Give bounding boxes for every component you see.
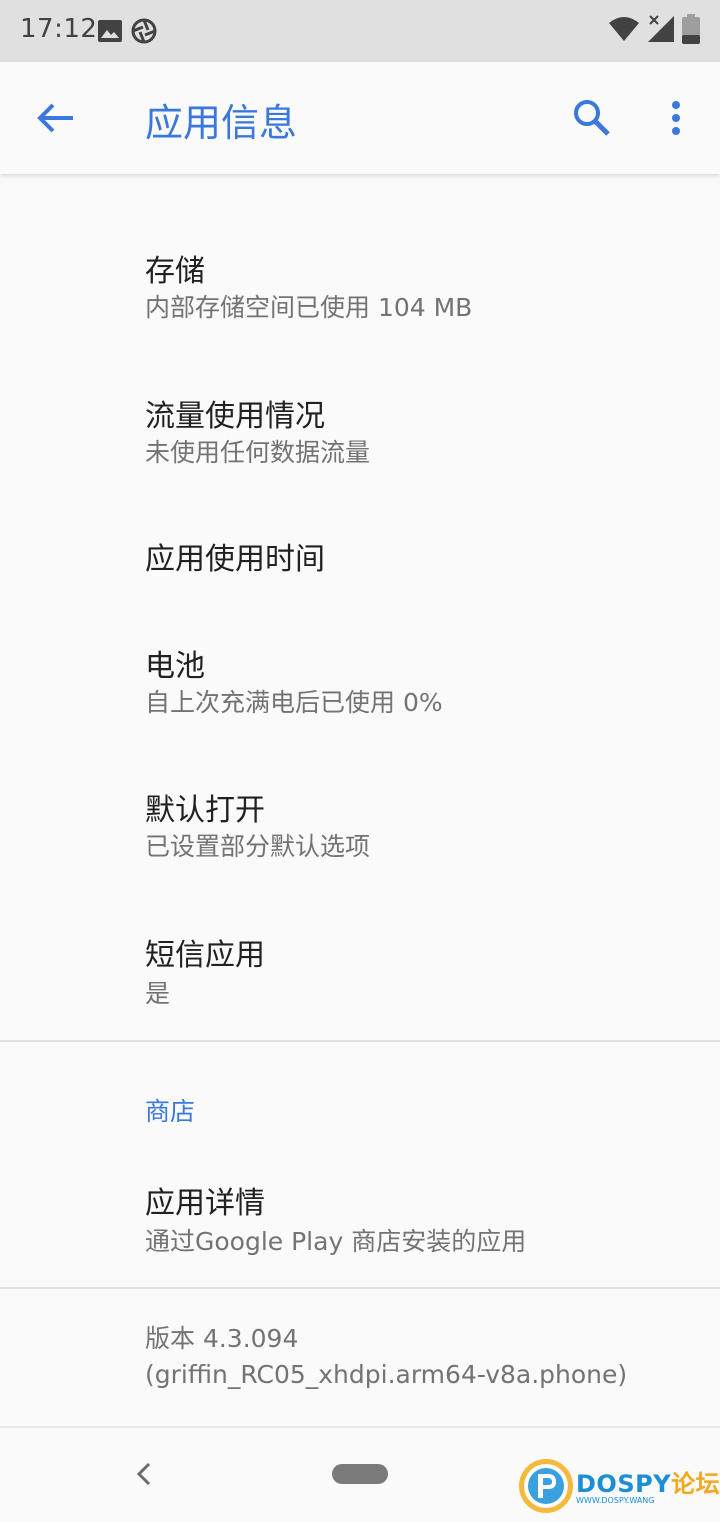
pref-summary: 内部存储空间已使用 104 MB: [145, 293, 473, 322]
version-build: (griffin_RC05_xhdpi.arm64-v8a.phone): [145, 1360, 628, 1389]
pref-title: 默认打开: [145, 793, 265, 828]
nav-back-icon: [136, 1462, 151, 1486]
cellular-no-signal-icon: [648, 15, 674, 42]
pref-battery[interactable]: 电池 自上次充满电后已使用 0%: [0, 619, 720, 739]
pref-storage[interactable]: 存储 内部存储空间已使用 104 MB: [0, 222, 720, 342]
image-icon: [98, 20, 122, 42]
more-vert-icon: [672, 101, 680, 135]
pref-summary: 已设置部分默认选项: [145, 832, 371, 861]
watermark-sub: WWW.DOSPY.WANG: [576, 1496, 655, 1505]
divider: [0, 1287, 720, 1289]
back-button[interactable]: [24, 90, 88, 146]
search-icon: [574, 100, 610, 136]
pref-title: 短信应用: [145, 938, 265, 973]
app-bar: 应用信息: [0, 62, 720, 174]
arrow-back-icon: [37, 103, 73, 133]
pref-open-by-default[interactable]: 默认打开 已设置部分默认选项: [0, 765, 720, 885]
battery-icon: [682, 14, 700, 44]
pref-data-usage[interactable]: 流量使用情况 未使用任何数据流量: [0, 367, 720, 487]
watermark-brand-cn: 论坛: [671, 1470, 720, 1498]
pref-summary: 通过Google Play 商店安装的应用: [145, 1227, 527, 1256]
pref-title: 存储: [145, 254, 205, 289]
pref-sms-app[interactable]: 短信应用 是: [0, 910, 720, 1030]
more-options-button[interactable]: [646, 90, 706, 146]
divider: [0, 1040, 720, 1042]
pref-app-details[interactable]: 应用详情 通过Google Play 商店安装的应用: [0, 1158, 720, 1278]
nav-bar: DOSPY论坛 WWW.DOSPY.WANG: [0, 1426, 720, 1522]
watermark: DOSPY论坛 WWW.DOSPY.WANG: [514, 1456, 720, 1516]
pref-title: 电池: [145, 649, 205, 684]
status-bar: 17:12: [0, 0, 720, 62]
pref-title: 应用详情: [145, 1186, 265, 1221]
section-header-store: 商店: [145, 1097, 196, 1126]
nav-back-button[interactable]: [128, 1456, 160, 1492]
pref-summary: 是: [145, 979, 171, 1008]
aperture-icon: [131, 18, 157, 44]
page-title: 应用信息: [145, 101, 298, 145]
watermark-text: DOSPY论坛: [576, 1464, 720, 1499]
status-left-icons: [97, 16, 157, 46]
pref-app-usage-time[interactable]: 应用使用时间: [0, 512, 720, 612]
pref-summary: 未使用任何数据流量: [145, 438, 371, 467]
pref-title: 流量使用情况: [145, 399, 325, 434]
version-number: 版本 4.3.094: [145, 1324, 299, 1353]
wifi-icon: [609, 17, 639, 41]
pref-title: 应用使用时间: [145, 542, 325, 577]
home-pill[interactable]: [332, 1464, 388, 1484]
status-time: 17:12: [20, 14, 98, 44]
status-right-icons: [608, 14, 700, 44]
watermark-brand: DOSPY: [576, 1470, 672, 1498]
search-button[interactable]: [560, 90, 624, 146]
dospy-logo-icon: [519, 1459, 573, 1513]
pref-summary: 自上次充满电后已使用 0%: [145, 688, 443, 717]
version-info: 版本 4.3.094 (griffin_RC05_xhdpi.arm64-v8a…: [145, 1321, 627, 1393]
